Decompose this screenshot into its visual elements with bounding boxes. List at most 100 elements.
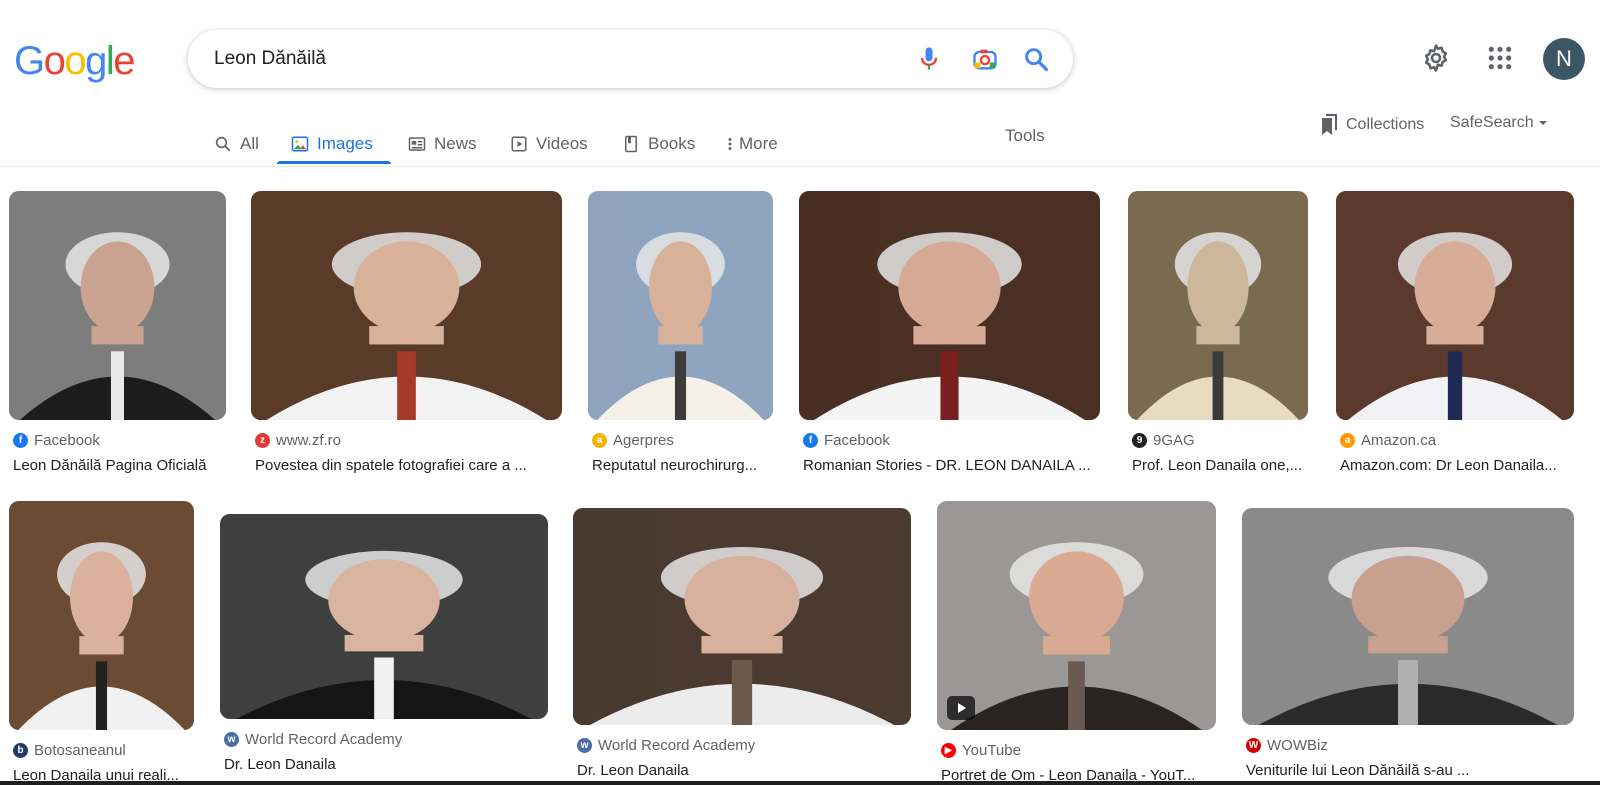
logo-letter: o — [43, 39, 66, 83]
result-source[interactable]: f Facebook — [13, 432, 100, 449]
result-source[interactable]: f Facebook — [803, 432, 890, 449]
result-source[interactable]: b Botosaneanul — [13, 742, 126, 759]
result-source[interactable]: w World Record Academy — [224, 731, 402, 748]
account-avatar[interactable]: N — [1543, 38, 1585, 80]
microphone-icon[interactable] — [915, 45, 943, 73]
tab-all[interactable]: All — [214, 126, 259, 162]
tools-button[interactable]: Tools — [1005, 126, 1045, 146]
portrait-image — [9, 191, 226, 420]
botosaneanul-icon: b — [13, 743, 28, 758]
source-name: Agerpres — [613, 432, 674, 449]
tab-images[interactable]: Images — [291, 126, 373, 162]
result-title[interactable]: Dr. Leon Danaila — [224, 756, 548, 773]
source-name: YouTube — [962, 742, 1021, 759]
search-icon[interactable] — [1022, 45, 1050, 73]
result-title[interactable]: Reputatul neurochirurg... — [592, 457, 773, 474]
tab-label: More — [739, 134, 778, 153]
result-source[interactable]: 9 9GAG — [1132, 432, 1195, 449]
tab-label: News — [434, 134, 477, 153]
result-source[interactable]: a Amazon.ca — [1340, 432, 1436, 449]
youtube-icon: ▶ — [941, 743, 956, 758]
news-icon — [408, 137, 426, 151]
search-input[interactable]: Leon Dănăilă — [214, 48, 326, 70]
logo-letter: l — [105, 39, 115, 83]
tab-more[interactable]: More — [726, 126, 778, 162]
play-video-icon — [947, 696, 975, 720]
result-title[interactable]: Amazon.com: Dr Leon Danaila... — [1340, 457, 1574, 474]
result-thumbnail[interactable] — [1336, 191, 1574, 420]
amazon-icon: a — [1340, 433, 1355, 448]
settings-gear-icon[interactable] — [1421, 43, 1451, 73]
camera-lens-icon[interactable] — [971, 45, 999, 73]
result-thumbnail[interactable] — [9, 191, 226, 420]
collections-label: Collections — [1346, 116, 1425, 133]
result-title[interactable]: Romanian Stories - DR. LEON DANAILA ... — [803, 457, 1100, 474]
book-icon — [625, 135, 637, 153]
image-result-card[interactable]: b Botosaneanul Leon Danaila unui reali... — [9, 501, 194, 785]
source-name: Botosaneanul — [34, 742, 126, 759]
tab-books[interactable]: Books — [622, 126, 695, 162]
world-record-icon: w — [577, 738, 592, 753]
result-thumbnail[interactable] — [1242, 508, 1574, 725]
portrait-image — [1336, 191, 1574, 420]
active-tab-indicator — [277, 161, 391, 164]
result-title[interactable]: Leon Dănăilă Pagina Oficială — [13, 457, 226, 474]
result-title[interactable]: Dr. Leon Danaila — [577, 762, 911, 779]
facebook-icon: f — [13, 433, 28, 448]
more-vert-icon — [728, 138, 732, 150]
result-thumbnail[interactable] — [220, 514, 548, 719]
image-result-card[interactable]: a Amazon.ca Amazon.com: Dr Leon Danaila... — [1336, 191, 1574, 490]
image-icon — [291, 136, 309, 152]
video-icon — [511, 136, 527, 152]
image-result-card[interactable]: w World Record Academy Dr. Leon Danaila — [220, 514, 548, 785]
logo-letter: o — [64, 39, 86, 83]
apps-grid-icon[interactable] — [1487, 45, 1513, 71]
portrait-image — [1242, 508, 1574, 725]
search-box[interactable]: Leon Dănăilă — [188, 30, 1073, 88]
image-result-card[interactable]: a Agerpres Reputatul neurochirurg... — [588, 191, 773, 490]
result-thumbnail[interactable] — [9, 501, 194, 730]
portrait-image — [251, 191, 562, 420]
facebook-icon: f — [803, 433, 818, 448]
header-divider — [0, 166, 1600, 167]
result-title[interactable]: Prof. Leon Danaila one,... — [1132, 457, 1308, 474]
tab-label: All — [240, 134, 259, 153]
result-title[interactable]: Veniturile lui Leon Dănăilă s-au ... — [1246, 762, 1574, 779]
result-thumbnail[interactable] — [588, 191, 773, 420]
image-result-card[interactable]: z www.zf.ro Povestea din spatele fotografi… — [251, 191, 562, 490]
result-source[interactable]: ▶ YouTube — [941, 742, 1021, 759]
result-thumbnail[interactable] — [937, 501, 1216, 730]
result-source[interactable]: W WOWBiz — [1246, 737, 1328, 754]
portrait-image — [573, 508, 911, 725]
tab-label: Images — [317, 134, 373, 153]
source-name: Facebook — [824, 432, 890, 449]
result-source[interactable]: z www.zf.ro — [255, 432, 341, 449]
safesearch-button[interactable]: SafeSearch — [1450, 114, 1548, 132]
tab-videos[interactable]: Videos — [510, 126, 588, 162]
source-name: 9GAG — [1153, 432, 1195, 449]
world-record-icon: w — [224, 732, 239, 747]
image-result-card[interactable]: W WOWBiz Veniturile lui Leon Dănăilă s-au … — [1242, 508, 1574, 785]
result-thumbnail[interactable] — [1128, 191, 1308, 420]
image-result-card[interactable]: 9 9GAG Prof. Leon Danaila one,... — [1128, 191, 1308, 490]
caret-down-icon — [1538, 121, 1547, 125]
result-thumbnail[interactable] — [573, 508, 911, 725]
image-result-card[interactable]: f Facebook Leon Dănăilă Pagina Oficială — [9, 191, 226, 490]
collections-button[interactable]: Collections — [1320, 114, 1424, 136]
result-thumbnail[interactable] — [799, 191, 1100, 420]
image-result-card[interactable]: f Facebook Romanian Stories - DR. LEON DAN… — [799, 191, 1100, 490]
image-result-card[interactable]: ▶ YouTube Portret de Om - Leon Danaila - Y… — [937, 501, 1216, 785]
safesearch-label: SafeSearch — [1450, 114, 1534, 131]
logo-letter: e — [113, 39, 135, 83]
agerpres-icon: a — [592, 433, 607, 448]
source-name: WOWBiz — [1267, 737, 1328, 754]
portrait-image — [588, 191, 773, 420]
result-source[interactable]: w World Record Academy — [577, 737, 755, 754]
result-thumbnail[interactable] — [251, 191, 562, 420]
zf-icon: z — [255, 433, 270, 448]
tab-news[interactable]: News — [408, 126, 477, 162]
image-result-card[interactable]: w World Record Academy Dr. Leon Danaila — [573, 508, 911, 785]
google-logo[interactable]: Google — [14, 39, 135, 83]
result-source[interactable]: a Agerpres — [592, 432, 674, 449]
result-title[interactable]: Povestea din spatele fotografiei care a … — [255, 457, 562, 474]
